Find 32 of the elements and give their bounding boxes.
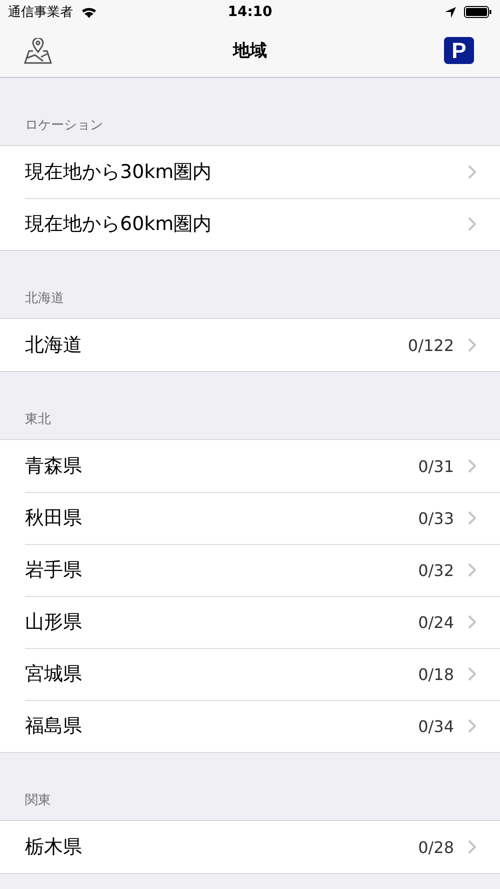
- section-header: 北海道: [25, 290, 64, 307]
- section-header: ロケーション: [25, 117, 103, 134]
- list-row[interactable]: 栃木県 0/28: [0, 821, 500, 873]
- chevron-icon: [468, 165, 476, 179]
- chevron-icon: [468, 511, 476, 525]
- list-row[interactable]: 現在地から60km圏内: [0, 198, 500, 250]
- chevron-icon: [468, 667, 476, 681]
- list-row[interactable]: 宮城県 0/18: [0, 648, 500, 700]
- clock-time: 14:10: [228, 4, 272, 20]
- carrier-name: 通信事業者: [8, 4, 73, 21]
- list-row[interactable]: 福島県 0/34: [0, 700, 500, 752]
- chevron-icon: [468, 338, 476, 352]
- section-header: 関東: [25, 792, 51, 809]
- list-row[interactable]: 現在地から30km圏内: [0, 146, 500, 198]
- parking-button[interactable]: P: [444, 37, 474, 64]
- map-pin-icon[interactable]: [24, 38, 52, 64]
- chevron-icon: [468, 459, 476, 473]
- battery-icon: [464, 6, 492, 18]
- chevron-icon: [468, 840, 476, 854]
- chevron-icon: [468, 563, 476, 577]
- list-row[interactable]: 北海道 0/122: [0, 319, 500, 371]
- chevron-icon: [468, 217, 476, 231]
- section-header: 東北: [25, 411, 51, 428]
- list-row[interactable]: 山形県 0/24: [0, 596, 500, 648]
- wifi-icon: [81, 6, 97, 18]
- nav-title: 地域: [233, 40, 267, 62]
- list-row[interactable]: 岩手県 0/32: [0, 544, 500, 596]
- chevron-icon: [468, 615, 476, 629]
- chevron-icon: [468, 719, 476, 733]
- location-arrow-icon: [445, 6, 456, 18]
- list-row[interactable]: 青森県 0/31: [0, 440, 500, 492]
- list-row[interactable]: 秋田県 0/33: [0, 492, 500, 544]
